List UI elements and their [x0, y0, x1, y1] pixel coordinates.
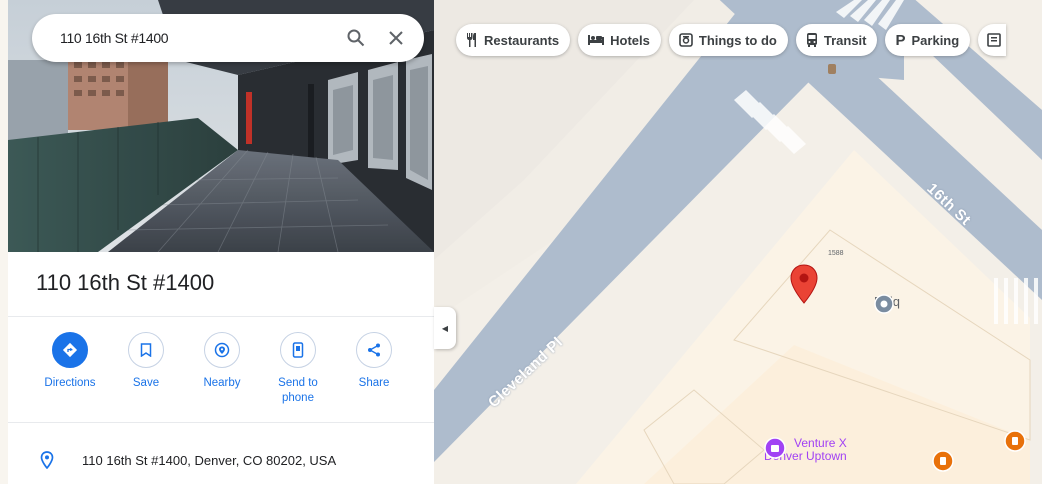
close-icon [389, 31, 403, 45]
nearby-button[interactable]: Nearby [184, 332, 260, 391]
category-chips: Restaurants Hotels Things to do Transit [456, 24, 1007, 56]
place-title: 110 16th St #1400 [36, 270, 215, 295]
chip-hotels[interactable]: Hotels [578, 24, 661, 56]
action-buttons: Directions Save Nearby Send to phone Sha… [34, 332, 414, 412]
divider [8, 422, 434, 423]
search-input[interactable] [58, 29, 336, 47]
place-address: 110 16th St #1400, Denver, CO 80202, USA [82, 452, 337, 468]
poi-epiq[interactable]: Epiq [874, 294, 900, 314]
chip-things-to-do[interactable]: Things to do [668, 24, 788, 56]
hotel-icon [588, 35, 605, 45]
location-pin-outline-icon [40, 451, 54, 469]
clear-search-button[interactable] [376, 18, 416, 58]
map-roads [434, 0, 1042, 484]
share-icon [368, 343, 380, 357]
chip-more[interactable] [978, 24, 1007, 56]
share-button[interactable]: Share [336, 332, 412, 391]
directions-icon [62, 342, 78, 358]
bookmark-icon [140, 343, 152, 357]
chip-restaurants[interactable]: Restaurants [456, 24, 571, 56]
chip-parking[interactable]: P Parking [885, 24, 971, 56]
send-to-phone-button[interactable]: Send to phone [260, 332, 336, 406]
map-canvas[interactable]: 16th St Cleveland Pl 1588 Epiq Venture X… [434, 0, 1042, 484]
address-row[interactable]: 110 16th St #1400, Denver, CO 80202, USA [8, 440, 434, 480]
place-icon [874, 294, 894, 314]
place-panel: 110 16th St #1400 Directions Save [8, 0, 434, 484]
save-button[interactable]: Save [108, 332, 184, 391]
phone-icon [292, 342, 304, 358]
search-icon [347, 29, 365, 47]
more-categories-icon [987, 33, 1001, 47]
search-button[interactable] [336, 18, 376, 58]
poi-venture-x[interactable]: Venture X Denver Uptown [764, 437, 847, 463]
directions-button[interactable]: Directions [32, 332, 108, 391]
nearby-icon [214, 342, 230, 358]
caret-left-icon: ◀ [441, 323, 449, 333]
transit-icon [806, 33, 817, 47]
parking-icon: P [895, 31, 906, 49]
chip-transit[interactable]: Transit [795, 24, 878, 56]
camera-icon [679, 33, 693, 47]
search-box [32, 14, 424, 62]
divider [8, 316, 434, 317]
collapse-panel-button[interactable]: ◀ [434, 307, 456, 349]
restaurant-icon [467, 33, 476, 47]
building-number: 1588 [828, 250, 844, 257]
business-icon [764, 437, 786, 459]
